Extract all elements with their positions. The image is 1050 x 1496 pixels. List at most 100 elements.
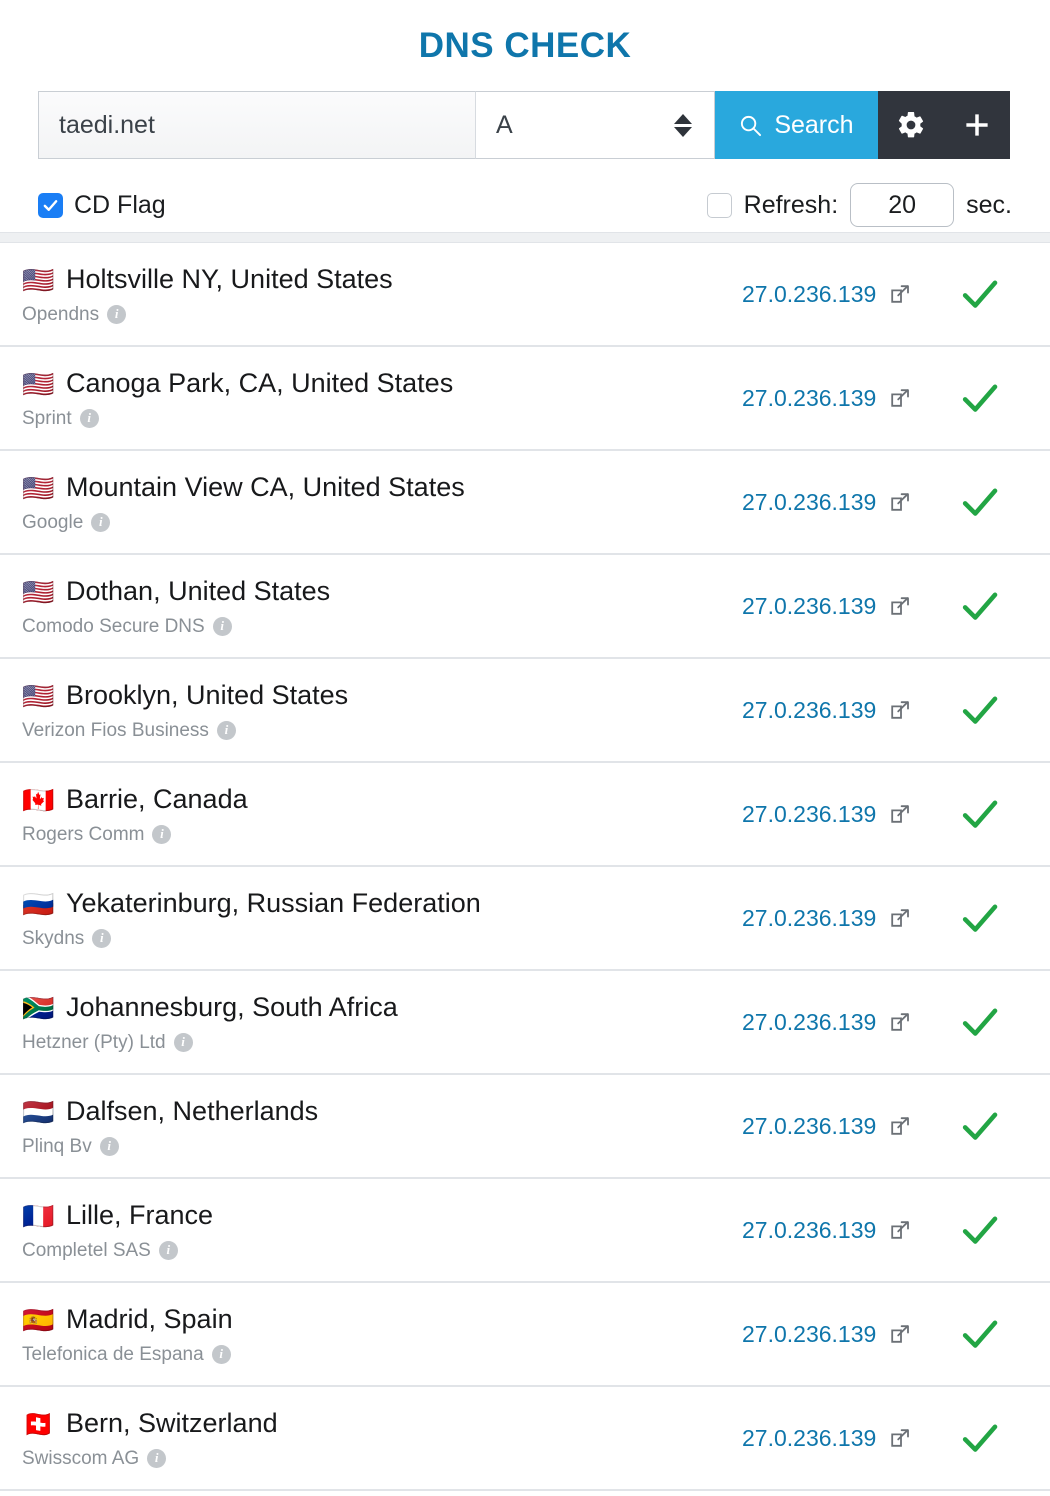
status-ok-icon	[962, 800, 998, 828]
cd-flag-checkbox-box[interactable]	[38, 192, 63, 218]
info-icon[interactable]: i	[107, 304, 127, 324]
status-ok-icon	[962, 280, 998, 308]
status-cell	[952, 689, 1030, 731]
location-name: Yekaterinburg, Russian Federation	[66, 888, 481, 919]
toolbar-divider	[0, 232, 1050, 243]
status-cell	[952, 377, 1030, 419]
provider-name: Google	[22, 511, 84, 533]
ip-address-link[interactable]: 27.0.236.139	[742, 1425, 876, 1452]
ip-address-link[interactable]: 27.0.236.139	[742, 1321, 876, 1348]
ip-cell: 27.0.236.139	[742, 697, 952, 724]
provider-name: Verizon Fios Business	[22, 719, 209, 741]
external-link-icon[interactable]	[888, 594, 912, 618]
provider-name: Plinq Bv	[22, 1135, 92, 1157]
provider-name: Comodo Secure DNS	[22, 615, 205, 637]
country-flag-icon: 🇺🇸	[22, 472, 55, 503]
info-icon[interactable]: i	[173, 1032, 193, 1052]
provider-name: Telefonica de Espana	[22, 1343, 204, 1365]
search-button[interactable]: Search	[714, 91, 879, 159]
external-link-icon[interactable]	[888, 282, 912, 306]
refresh-checkbox[interactable]	[706, 192, 732, 218]
external-link-icon[interactable]	[888, 386, 912, 410]
ip-cell: 27.0.236.139	[742, 1321, 952, 1348]
country-flag-icon: 🇪🇸	[22, 1304, 55, 1335]
ip-address-link[interactable]: 27.0.236.139	[742, 801, 876, 828]
result-row: 🇺🇸 Brooklyn, United States Verizon Fios Bu…	[0, 659, 1050, 763]
external-link-icon[interactable]	[888, 1114, 912, 1138]
provider-name: Swisscom AG	[22, 1447, 140, 1469]
external-link-icon[interactable]	[888, 802, 912, 826]
provider-name: Rogers Comm	[22, 823, 145, 845]
seconds-label: sec.	[966, 190, 1012, 219]
provider-name: Sprint	[22, 407, 72, 429]
info-icon[interactable]: i	[99, 1136, 119, 1156]
provider-name: Hetzner (Pty) Ltd	[22, 1031, 166, 1053]
location-cell: 🇳🇱 Dalfsen, Netherlands Plinq Bv i	[22, 1096, 742, 1157]
ip-address-link[interactable]: 27.0.236.139	[742, 1113, 876, 1140]
location-name: Dalfsen, Netherlands	[66, 1096, 319, 1127]
info-icon[interactable]: i	[211, 1344, 231, 1364]
provider-name: Completel SAS	[22, 1239, 151, 1261]
ip-address-link[interactable]: 27.0.236.139	[742, 593, 876, 620]
ip-cell: 27.0.236.139	[742, 1425, 952, 1452]
info-icon[interactable]: i	[91, 512, 111, 532]
status-cell	[952, 481, 1030, 523]
domain-input[interactable]	[38, 91, 476, 159]
result-row: 🇫🇷 Lille, France Completel SAS i 27.0.236.13…	[0, 1179, 1050, 1283]
ip-cell: 27.0.236.139	[742, 593, 952, 620]
external-link-icon[interactable]	[888, 906, 912, 930]
ip-cell: 27.0.236.139	[742, 1009, 952, 1036]
ip-address-link[interactable]: 27.0.236.139	[742, 489, 876, 516]
cd-flag-checkbox[interactable]: CD Flag	[38, 192, 166, 218]
ip-address-link[interactable]: 27.0.236.139	[742, 281, 876, 308]
external-link-icon[interactable]	[888, 698, 912, 722]
info-icon[interactable]: i	[92, 928, 112, 948]
ip-address-link[interactable]: 27.0.236.139	[742, 385, 876, 412]
ip-address-link[interactable]: 27.0.236.139	[742, 905, 876, 932]
status-cell	[952, 1417, 1030, 1459]
settings-button[interactable]	[878, 91, 945, 159]
result-row: 🇷🇺 Yekaterinburg, Russian Federation Skydn…	[0, 867, 1050, 971]
external-link-icon[interactable]	[888, 1218, 912, 1242]
ip-address-link[interactable]: 27.0.236.139	[742, 1009, 876, 1036]
status-cell	[952, 273, 1030, 315]
country-flag-icon: 🇺🇸	[22, 576, 55, 607]
location-cell: 🇪🇸 Madrid, Spain Telefonica de Espana i	[22, 1304, 742, 1365]
info-icon[interactable]: i	[152, 824, 172, 844]
ip-cell: 27.0.236.139	[742, 385, 952, 412]
external-link-icon[interactable]	[888, 1322, 912, 1346]
external-link-icon[interactable]	[888, 490, 912, 514]
status-ok-icon	[962, 904, 998, 932]
record-type-select[interactable]: A	[475, 91, 715, 159]
status-ok-icon	[962, 696, 998, 724]
info-icon[interactable]: i	[79, 408, 99, 428]
ip-address-link[interactable]: 27.0.236.139	[742, 697, 876, 724]
add-server-button[interactable]	[944, 91, 1010, 159]
ip-cell: 27.0.236.139	[742, 489, 952, 516]
gear-icon	[899, 111, 924, 138]
ip-cell: 27.0.236.139	[742, 905, 952, 932]
info-icon[interactable]: i	[212, 616, 232, 636]
result-row: 🇺🇸 Dothan, United States Comodo Secure DNS…	[0, 555, 1050, 659]
external-link-icon[interactable]	[888, 1426, 912, 1450]
location-name: Barrie, Canada	[66, 784, 248, 815]
country-flag-icon: 🇿🇦	[22, 992, 55, 1023]
ip-address-link[interactable]: 27.0.236.139	[742, 1217, 876, 1244]
location-name: Johannesburg, South Africa	[66, 992, 398, 1023]
location-cell: 🇺🇸 Mountain View CA, United States Google i	[22, 472, 742, 533]
location-cell: 🇨🇭 Bern, Switzerland Swisscom AG i	[22, 1408, 742, 1469]
location-cell: 🇨🇦 Barrie, Canada Rogers Comm i	[22, 784, 742, 845]
external-link-icon[interactable]	[888, 1010, 912, 1034]
info-icon[interactable]: i	[147, 1448, 167, 1468]
result-row: 🇳🇱 Dalfsen, Netherlands Plinq Bv i 27.0.236.…	[0, 1075, 1050, 1179]
status-cell	[952, 585, 1030, 627]
info-icon[interactable]: i	[216, 720, 236, 740]
info-icon[interactable]: i	[158, 1240, 178, 1260]
ip-cell: 27.0.236.139	[742, 801, 952, 828]
status-cell	[952, 1209, 1030, 1251]
refresh-interval-input[interactable]	[850, 183, 955, 227]
status-cell	[952, 1313, 1030, 1355]
status-ok-icon	[962, 1424, 998, 1452]
country-flag-icon: 🇨🇭	[22, 1408, 55, 1439]
chevron-updown-icon	[673, 113, 692, 137]
